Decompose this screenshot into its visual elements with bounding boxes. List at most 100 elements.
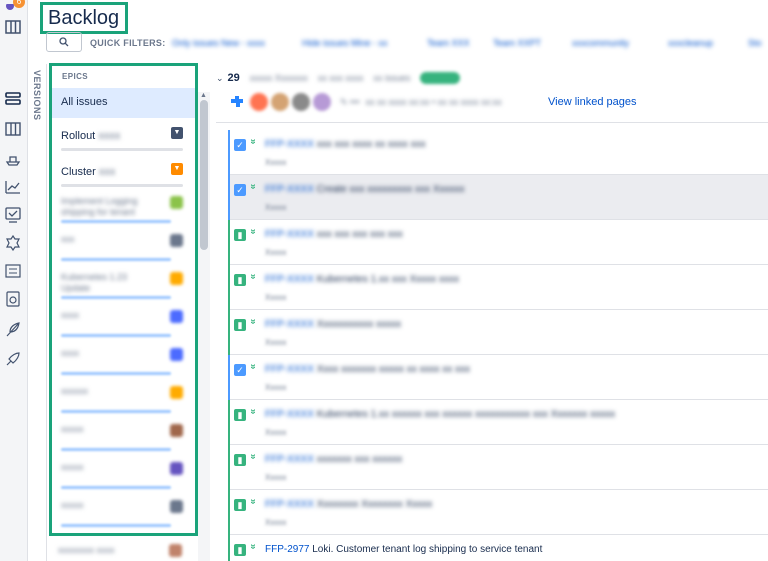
epic-progress-bar	[61, 372, 171, 375]
sprint-dates-detail: xx xx xxxx xx:xx • xx xx xxxx xx:xx	[365, 97, 502, 107]
epic-color-swatch	[170, 310, 183, 323]
quick-filter-item[interactable]: Only issues New - xxxx	[172, 38, 265, 48]
quick-filter-item[interactable]: Team XXPT	[493, 38, 541, 48]
quick-filter-item[interactable]: Hide issues Mine - xx	[302, 38, 388, 48]
epic-item[interactable]: Cluster xxx ▼	[52, 154, 195, 190]
epic-color-swatch	[170, 500, 183, 513]
chevron-down-icon[interactable]: ⌄	[216, 73, 224, 84]
epic-item[interactable]: Kubernetes 1.23 Update	[52, 266, 195, 304]
issue-key[interactable]: FFP-XXXX	[265, 319, 314, 330]
epic-dropdown-icon[interactable]: ▼	[171, 163, 183, 175]
board-icon[interactable]	[3, 18, 23, 36]
epic-color-bar	[228, 355, 230, 400]
issue-row[interactable]: ▮ » FFP-XXXX Kubernetes 1.xx xxxxxx xxx …	[228, 400, 768, 445]
sprint-header[interactable]: ⌄ 29 xxxxx Xxxxxxx xx xxx xxxx xx issues	[216, 70, 461, 86]
issue-row[interactable]: ▮ » FFP-2977 Loki. Customer tenant log s…	[228, 535, 768, 561]
epic-color-swatch	[170, 462, 183, 475]
issue-key[interactable]: FFP-XXXX	[265, 274, 314, 285]
issues-icon[interactable]	[3, 206, 23, 224]
backlog-icon[interactable]	[3, 90, 23, 108]
epic-color-swatch	[170, 348, 183, 361]
rocket-icon[interactable]	[3, 350, 23, 368]
issue-row[interactable]: ✓ » FFP-XXXX xxx xxx xxxx xx xxxx xxx Xx…	[228, 130, 768, 175]
issue-row[interactable]: ▮ » FFP-XXXX Xxxxxxxx Xxxxxxxx Xxxxx Xxx…	[228, 490, 768, 535]
global-nav-rail: 6	[0, 0, 28, 561]
active-sprints-icon[interactable]	[3, 120, 23, 138]
page-title: Backlog	[48, 6, 120, 29]
releases-icon[interactable]	[3, 150, 23, 168]
issue-row[interactable]: ▮ » FFP-XXXX Kubernetes 1.xx xxx Xxxxx x…	[228, 265, 768, 310]
epic-item[interactable]: xxxxx	[52, 418, 195, 456]
epic-item[interactable]: Rollout xxxx ▼	[52, 118, 195, 154]
epic-dropdown-icon[interactable]: ▼	[171, 127, 183, 139]
issue-row[interactable]: ✓ » FFP-XXXX Xxxx xxxxxxx xxxxx xx xxxx …	[228, 355, 768, 400]
components-icon[interactable]	[3, 234, 23, 252]
versions-label: VERSIONS	[32, 70, 42, 121]
scroll-thumb[interactable]	[200, 100, 208, 250]
epic-item[interactable]: xxxxxxxx xxxx	[58, 545, 115, 555]
reports-icon[interactable]	[3, 178, 23, 196]
priority-low-icon: »	[247, 543, 259, 550]
view-linked-pages-link[interactable]: View linked pages	[548, 96, 636, 108]
issue-list: ✓ » FFP-XXXX xxx xxx xxxx xx xxxx xxx Xx…	[228, 130, 768, 561]
epics-scrollbar[interactable]: ▲	[198, 92, 210, 561]
sprint-meta: ✎ ••• xx xx xxxx xx:xx • xx xx xxxx xx:x…	[228, 92, 502, 112]
epic-item[interactable]: xxxxxx	[52, 380, 195, 418]
search-input[interactable]	[46, 32, 82, 52]
story-bookmark-icon: ▮	[234, 319, 246, 331]
epic-item[interactable]: xxx	[52, 228, 195, 266]
epic-color-bar	[228, 130, 230, 175]
epic-item[interactable]: xxxxx	[52, 456, 195, 494]
priority-low-icon: »	[247, 183, 259, 190]
feather-icon[interactable]	[3, 320, 23, 338]
all-issues-item[interactable]: All issues	[52, 88, 195, 118]
issue-epic-label: Xxxxx	[265, 338, 287, 347]
epic-color-bar	[228, 175, 230, 220]
epic-item[interactable]: xxxx	[52, 304, 195, 342]
quick-filter-item[interactable]: xxxcleanup	[668, 38, 713, 48]
issue-row[interactable]: ▮ » FFP-XXXX xxxxxxx xxx xxxxxx Xxxxx	[228, 445, 768, 490]
epic-item[interactable]: xxxx	[52, 342, 195, 380]
quick-filter-item[interactable]: Sto	[748, 38, 762, 48]
list-icon[interactable]	[3, 262, 23, 280]
issue-key[interactable]: FFP-XXXX	[265, 364, 314, 375]
epic-progress-bar	[61, 448, 171, 451]
issue-summary: FFP-XXXX xxx xxx xxxx xx xxxx xxx	[265, 139, 426, 150]
issue-key[interactable]: FFP-2977	[265, 544, 309, 555]
epic-progress-bar	[61, 524, 171, 527]
epic-item[interactable]: xxxxx	[52, 494, 195, 532]
task-checkbox-icon: ✓	[234, 184, 246, 196]
issue-key[interactable]: FFP-XXXX	[265, 499, 314, 510]
issue-epic-label: Xxxxx	[265, 473, 287, 482]
story-bookmark-icon: ▮	[234, 274, 246, 286]
issue-key[interactable]: FFP-XXXX	[265, 184, 314, 195]
versions-toggle[interactable]: VERSIONS	[30, 70, 44, 150]
epic-item[interactable]: Implement Logging shipping for tenant	[52, 190, 195, 228]
issue-key[interactable]: FFP-XXXX	[265, 409, 314, 420]
epic-color-bar	[228, 220, 230, 265]
avatar[interactable]	[313, 93, 331, 111]
issue-row[interactable]: ✓ » FFP-XXXX Create xxx xxxxxxxxx xxx Xx…	[228, 175, 768, 220]
scroll-up-icon[interactable]: ▲	[200, 92, 207, 99]
avatar[interactable]	[250, 93, 268, 111]
issue-key[interactable]: FFP-XXXX	[265, 139, 314, 150]
task-checkbox-icon: ✓	[234, 364, 246, 376]
sprint-edit-icon[interactable]: ✎ •••	[340, 97, 360, 108]
epic-color-bar	[228, 535, 230, 561]
avatar[interactable]	[292, 93, 310, 111]
notifications-icon[interactable]: 6	[3, 0, 25, 18]
issue-epic-label: Xxxxx	[265, 428, 287, 437]
quick-filter-item[interactable]: Team XXX	[427, 38, 470, 48]
issue-epic-label: Xxxxx	[265, 248, 287, 257]
calendar-icon[interactable]	[3, 290, 23, 308]
quick-filters-label: QUICK FILTERS:	[90, 38, 166, 48]
issue-key[interactable]: FFP-XXXX	[265, 229, 314, 240]
avatar[interactable]	[271, 93, 289, 111]
sprint-divider	[216, 122, 768, 123]
puzzle-icon[interactable]	[228, 93, 246, 111]
issue-key[interactable]: FFP-XXXX	[265, 454, 314, 465]
issue-row[interactable]: ▮ » FFP-XXXX xxx xxx xxx xxx xxx Xxxxx	[228, 220, 768, 265]
quick-filter-item[interactable]: xxxcommunity	[572, 38, 629, 48]
issue-row[interactable]: ▮ » FFP-XXXX Xxxxxxxxxxx xxxxx Xxxxx	[228, 310, 768, 355]
sprint-dates: xx xxx xxxx	[317, 73, 364, 83]
